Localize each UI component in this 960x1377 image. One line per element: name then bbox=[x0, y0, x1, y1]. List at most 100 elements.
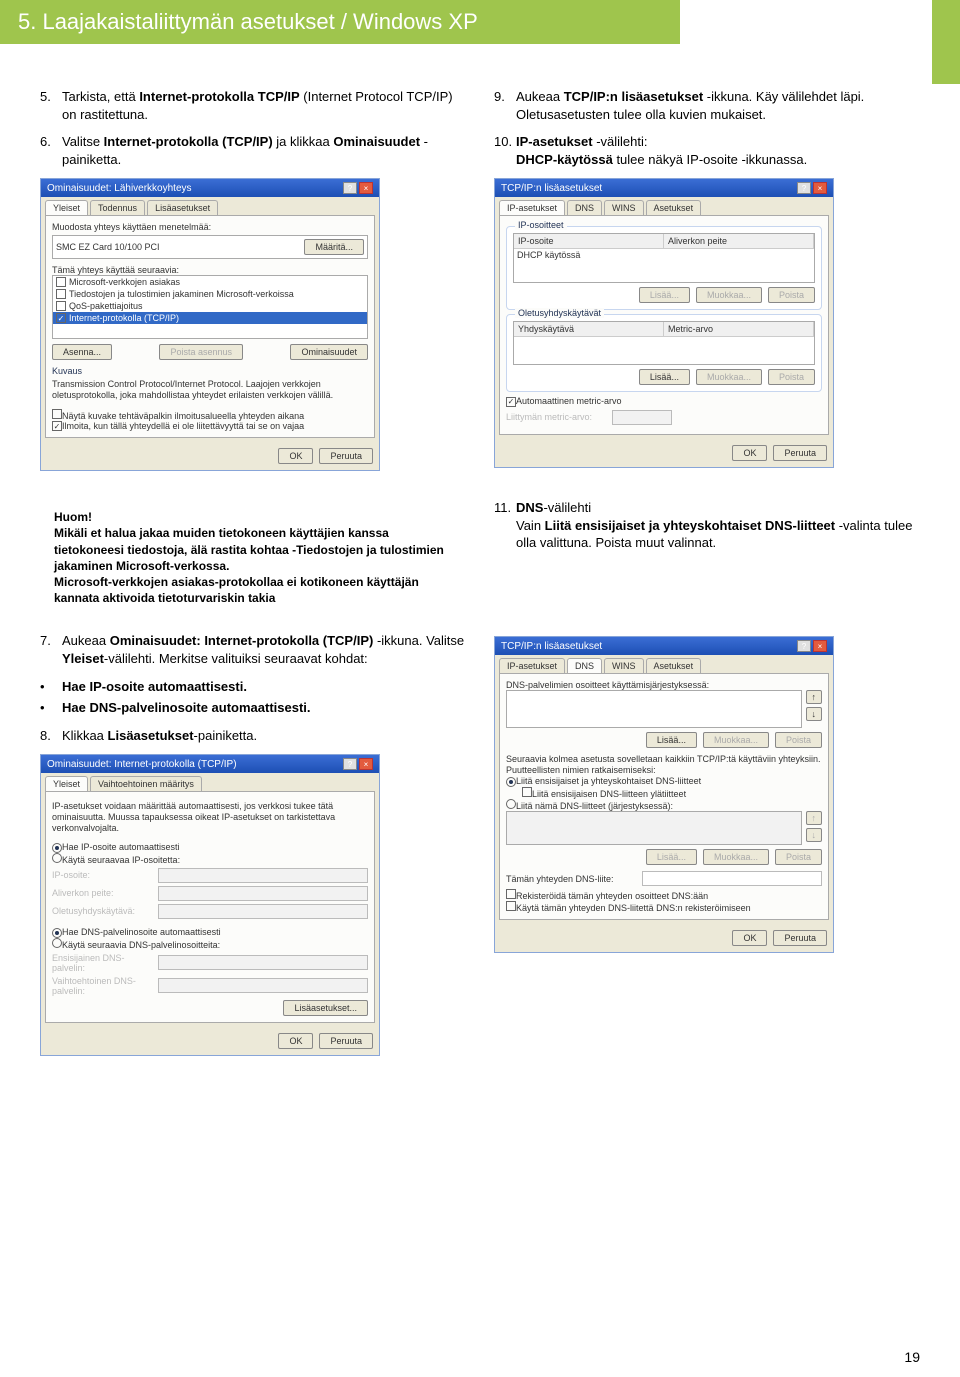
tab-vaihtoehto[interactable]: Vaihtoehtoinen määritys bbox=[90, 776, 202, 791]
adapter-name: SMC EZ Card 10/100 PCI bbox=[56, 242, 160, 252]
radio-icon[interactable] bbox=[506, 777, 516, 787]
tab-dns[interactable]: DNS bbox=[567, 658, 602, 673]
tab-todennus[interactable]: Todennus bbox=[90, 200, 145, 215]
configure-button[interactable]: Määritä... bbox=[304, 239, 364, 255]
intro-text: IP-asetukset voidaan määrittää automaatt… bbox=[52, 801, 368, 833]
close-icon[interactable]: × bbox=[359, 758, 373, 770]
cancel-button[interactable]: Peruuta bbox=[773, 445, 827, 461]
checkbox-icon[interactable] bbox=[56, 277, 66, 287]
protocol-list[interactable]: Microsoft-verkkojen asiakas Tiedostojen … bbox=[52, 275, 368, 339]
help-icon[interactable]: ? bbox=[343, 182, 357, 194]
tab-yleiset[interactable]: Yleiset bbox=[45, 200, 88, 215]
tab-yleiset[interactable]: Yleiset bbox=[45, 776, 88, 791]
step-7: 7. Aukeaa Ominaisuudet: Internet-protoko… bbox=[40, 632, 466, 667]
section-title: 5. Laajakaistaliittymän asetukset / Wind… bbox=[18, 9, 478, 35]
desc-text: Transmission Control Protocol/Internet P… bbox=[52, 379, 368, 401]
up-button[interactable]: ↑ bbox=[806, 690, 823, 704]
window-title: TCP/IP:n lisäasetukset bbox=[501, 183, 602, 194]
tab-wins[interactable]: WINS bbox=[604, 658, 644, 673]
radio-icon[interactable] bbox=[52, 843, 62, 853]
checkbox-icon[interactable] bbox=[506, 889, 516, 899]
down-button: ↓ bbox=[806, 828, 823, 842]
window-title: Ominaisuudet: Lähiverkkoyhteys bbox=[47, 183, 192, 194]
edit-button[interactable]: Muokkaa... bbox=[703, 732, 769, 748]
method-label: Muodosta yhteys käyttäen menetelmää: bbox=[52, 222, 368, 232]
checkbox-icon[interactable] bbox=[506, 901, 516, 911]
page-content: 5. Tarkista, että Internet-protokolla TC… bbox=[0, 44, 960, 1076]
edit-button[interactable]: Muokkaa... bbox=[696, 369, 762, 385]
gw-input bbox=[158, 904, 368, 919]
add-button: Lisää... bbox=[646, 849, 697, 865]
radio-icon[interactable] bbox=[52, 853, 62, 863]
add-button[interactable]: Lisää... bbox=[639, 287, 690, 303]
dns-suffix-input[interactable] bbox=[642, 871, 822, 886]
step-6: 6. Valitse Internet-protokolla (TCP/IP) … bbox=[40, 133, 466, 168]
ip-list[interactable]: IP-osoiteAliverkon peite DHCP käytössä bbox=[513, 233, 815, 283]
tabs: Yleiset Todennus Lisäasetukset bbox=[41, 197, 379, 215]
close-icon[interactable]: × bbox=[813, 182, 827, 194]
window-titlebar: Ominaisuudet: Lähiverkkoyhteys ? × bbox=[41, 179, 379, 197]
checkbox-icon[interactable] bbox=[522, 787, 532, 797]
close-icon[interactable]: × bbox=[813, 640, 827, 652]
bullet-2: •Hae DNS-palvelinosoite automaattisesti. bbox=[40, 699, 466, 717]
tab-dns[interactable]: DNS bbox=[567, 200, 602, 215]
tab-ip[interactable]: IP-asetukset bbox=[499, 200, 565, 215]
advanced-button[interactable]: Lisäasetukset... bbox=[283, 1000, 368, 1016]
dns-server-list[interactable] bbox=[506, 690, 802, 728]
add-button[interactable]: Lisää... bbox=[639, 369, 690, 385]
tab-lisaasetukset[interactable]: Lisäasetukset bbox=[147, 200, 218, 215]
window-titlebar: TCP/IP:n lisäasetukset ? × bbox=[495, 637, 833, 655]
checkbox-icon[interactable] bbox=[56, 289, 66, 299]
note-title: Huom! bbox=[54, 509, 452, 525]
tab-wins[interactable]: WINS bbox=[604, 200, 644, 215]
mask-input bbox=[158, 886, 368, 901]
radio-icon[interactable] bbox=[506, 799, 516, 809]
screenshot-tcpip-dns: TCP/IP:n lisäasetukset ? × IP-asetukset … bbox=[494, 636, 834, 953]
edit-button[interactable]: Muokkaa... bbox=[696, 287, 762, 303]
radio-icon[interactable] bbox=[52, 928, 62, 938]
ok-button[interactable]: OK bbox=[278, 448, 313, 464]
uninstall-button[interactable]: Poista asennus bbox=[159, 344, 243, 360]
help-icon[interactable]: ? bbox=[797, 640, 811, 652]
checkbox-icon[interactable]: ✓ bbox=[506, 397, 516, 407]
properties-button[interactable]: Ominaisuudet bbox=[290, 344, 368, 360]
tab-asetukset[interactable]: Asetukset bbox=[646, 658, 702, 673]
remove-button[interactable]: Poista bbox=[775, 732, 822, 748]
checkbox-icon[interactable]: ✓ bbox=[56, 313, 66, 323]
cancel-button[interactable]: Peruuta bbox=[319, 1033, 373, 1049]
install-button[interactable]: Asenna... bbox=[52, 344, 112, 360]
close-icon[interactable]: × bbox=[359, 182, 373, 194]
remove-button[interactable]: Poista bbox=[768, 369, 815, 385]
decor-stripe bbox=[932, 0, 960, 84]
bullet-1: •Hae IP-osoite automaattisesti. bbox=[40, 678, 466, 696]
window-title: TCP/IP:n lisäasetukset bbox=[501, 641, 602, 652]
down-button[interactable]: ↓ bbox=[806, 707, 823, 721]
note-para-1: Mikäli et halua jakaa muiden tietokoneen… bbox=[54, 525, 452, 574]
cancel-button[interactable]: Peruuta bbox=[773, 930, 827, 946]
tab-ip[interactable]: IP-asetukset bbox=[499, 658, 565, 673]
gw-list[interactable]: YhdyskäytäväMetric-arvo bbox=[513, 321, 815, 365]
dns-servers-label: DNS-palvelimien osoitteet käyttämisjärje… bbox=[506, 680, 822, 690]
cancel-button[interactable]: Peruuta bbox=[319, 448, 373, 464]
section-header: 5. Laajakaistaliittymän asetukset / Wind… bbox=[0, 0, 680, 44]
remove-button[interactable]: Poista bbox=[768, 287, 815, 303]
help-icon[interactable]: ? bbox=[343, 758, 357, 770]
ok-button[interactable]: OK bbox=[732, 445, 767, 461]
help-icon[interactable]: ? bbox=[797, 182, 811, 194]
note-box: Huom! Mikäli et halua jakaa muiden tieto… bbox=[40, 499, 466, 616]
checkbox-icon[interactable] bbox=[56, 301, 66, 311]
add-button[interactable]: Lisää... bbox=[646, 732, 697, 748]
screenshot-tcpip-ip: TCP/IP:n lisäasetukset ? × IP-asetukset … bbox=[494, 178, 834, 468]
desc-label: Kuvaus bbox=[52, 366, 368, 376]
ok-button[interactable]: OK bbox=[278, 1033, 313, 1049]
uses-label: Tämä yhteys käyttää seuraavia: bbox=[52, 265, 368, 275]
step-9: 9. Aukeaa TCP/IP:n lisäasetukset -ikkuna… bbox=[494, 88, 920, 123]
checkbox-icon[interactable]: ✓ bbox=[52, 421, 62, 431]
ok-button[interactable]: OK bbox=[732, 930, 767, 946]
window-titlebar: Ominaisuudet: Internet-protokolla (TCP/I… bbox=[41, 755, 379, 773]
radio-icon[interactable] bbox=[52, 938, 62, 948]
note-para-2: Microsoft-verkkojen asiakas-protokollaa … bbox=[54, 574, 452, 606]
tab-asetukset[interactable]: Asetukset bbox=[646, 200, 702, 215]
checkbox-icon[interactable] bbox=[52, 409, 62, 419]
dns-apply-label: Seuraavia kolmea asetusta sovelletaan ka… bbox=[506, 754, 822, 776]
